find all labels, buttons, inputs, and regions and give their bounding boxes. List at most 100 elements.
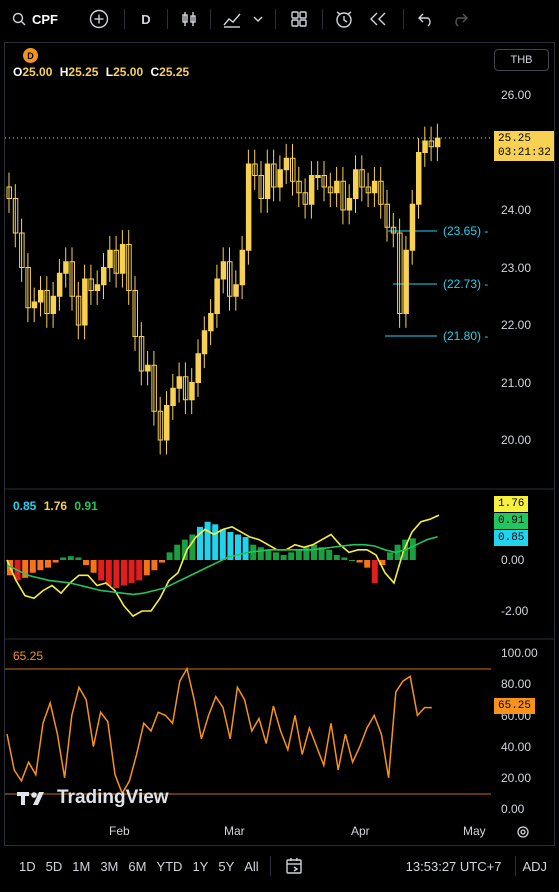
range-button-1d[interactable]: 1D (14, 848, 41, 884)
histogram-bar (121, 560, 127, 586)
candle (277, 169, 283, 188)
range-button-ytd[interactable]: YTD (151, 848, 187, 884)
indicator-axis-label: 0.00 (501, 553, 525, 567)
candle (101, 267, 107, 286)
histogram-bar (37, 560, 44, 571)
open-value: 25.00 (22, 65, 53, 79)
histogram-bar (143, 560, 150, 576)
candle (31, 301, 38, 309)
level-label: (22.73) - (443, 277, 488, 291)
low-value: 25.00 (113, 65, 144, 79)
settings-gear-icon (517, 826, 529, 838)
candle (107, 249, 113, 268)
undo-button[interactable] (410, 0, 442, 38)
candle (315, 175, 321, 178)
candle (416, 152, 422, 205)
candle (38, 290, 44, 303)
layout-button[interactable] (282, 0, 316, 38)
range-button-5y[interactable]: 5Y (213, 848, 239, 884)
histogram-bar (128, 560, 135, 583)
rsi-tag: 65.25 (494, 698, 536, 714)
indicators-button[interactable] (217, 0, 247, 38)
calendar-range-icon (286, 858, 302, 874)
range-button-1y[interactable]: 1Y (187, 848, 213, 884)
rsi-line (6, 666, 432, 796)
clock[interactable]: 13:53:27 UTC+7 (406, 859, 502, 874)
interval-badge: D (23, 48, 38, 63)
candle (346, 198, 353, 211)
histogram-bar (273, 552, 279, 560)
candle (334, 180, 340, 194)
replay-button[interactable] (359, 0, 397, 38)
range-button-5d[interactable]: 5D (41, 848, 68, 884)
date-range-button[interactable] (277, 847, 311, 885)
redo-button[interactable] (442, 0, 478, 38)
histogram-bar (311, 544, 317, 560)
indicator-axis-label: -2.00 (501, 604, 529, 618)
chart-style-button[interactable] (174, 0, 204, 38)
close-label: C (150, 65, 160, 79)
candle (119, 244, 126, 274)
undo-icon (418, 13, 431, 27)
histogram-bar (333, 554, 340, 560)
indicators-dropdown[interactable] (247, 0, 269, 38)
divider (275, 9, 276, 29)
histogram-bar (151, 560, 158, 571)
indicator-legend: 0.85 1.76 0.91 (13, 499, 98, 513)
last-price-tag: 25.25 03:21:32 (494, 131, 554, 161)
divider (210, 9, 211, 29)
price-axis-label: 21.00 (501, 376, 531, 390)
range-button-all[interactable]: All (239, 848, 263, 884)
adjust-button[interactable]: ADJ (522, 859, 547, 874)
candle (170, 387, 176, 406)
currency-button[interactable]: THB (494, 49, 549, 71)
symbol-label: CPF (32, 11, 58, 27)
candle (176, 376, 183, 389)
candle (201, 330, 208, 355)
range-button-3m[interactable]: 3M (95, 848, 123, 884)
histogram-bar (113, 560, 120, 589)
histogram-bar (341, 557, 348, 560)
histogram-bar (265, 549, 272, 560)
time-axis-label: Feb (109, 824, 130, 838)
histogram-bar (105, 560, 112, 586)
range-button-1m[interactable]: 1M (67, 848, 95, 884)
histogram-bar (166, 552, 173, 560)
price-axis-label: 22.00 (501, 318, 531, 332)
interval-button[interactable]: D (131, 0, 161, 38)
candle (409, 203, 416, 251)
rsi-axis-label: 40.00 (501, 740, 531, 754)
candle (208, 313, 214, 332)
indicators-icon (223, 13, 241, 28)
low-label: L (105, 65, 114, 79)
candle (94, 284, 101, 291)
alert-button[interactable] (329, 0, 359, 38)
price-axis-label: 23.00 (501, 261, 531, 275)
indicator-value-a: 0.85 (13, 499, 37, 513)
histogram-bar (349, 560, 355, 561)
close-value: 25.25 (159, 65, 190, 79)
histogram-bar (242, 537, 249, 560)
histogram-bar (75, 557, 82, 560)
chart-canvas[interactable]: (23.65) - (22.73) - (21.80) - 26.00 24.00 23… (5, 43, 555, 846)
candle (233, 284, 239, 297)
range-button-6m[interactable]: 6M (123, 848, 151, 884)
indicator-tag-cyan: 0.85 (494, 530, 529, 546)
divider (515, 856, 517, 876)
histogram-bar (257, 547, 264, 560)
indicator-value-c: 0.91 (74, 499, 98, 513)
candle (145, 364, 151, 372)
histogram-bar (295, 549, 302, 560)
histogram-bar (67, 556, 74, 560)
price-axis-label: 26.00 (501, 88, 531, 102)
chart-area[interactable]: (23.65) - (22.73) - (21.80) - 26.00 24.00 23… (4, 42, 555, 846)
symbol-search-button[interactable]: CPF (0, 0, 80, 38)
add-symbol-button[interactable] (80, 0, 118, 38)
candle (283, 157, 290, 171)
last-price: 25.25 (498, 133, 532, 145)
candle (434, 137, 441, 148)
histogram-bar (288, 552, 295, 560)
divider (322, 9, 323, 29)
rsi-axis-label: 80.00 (501, 677, 531, 691)
candle (245, 163, 252, 251)
